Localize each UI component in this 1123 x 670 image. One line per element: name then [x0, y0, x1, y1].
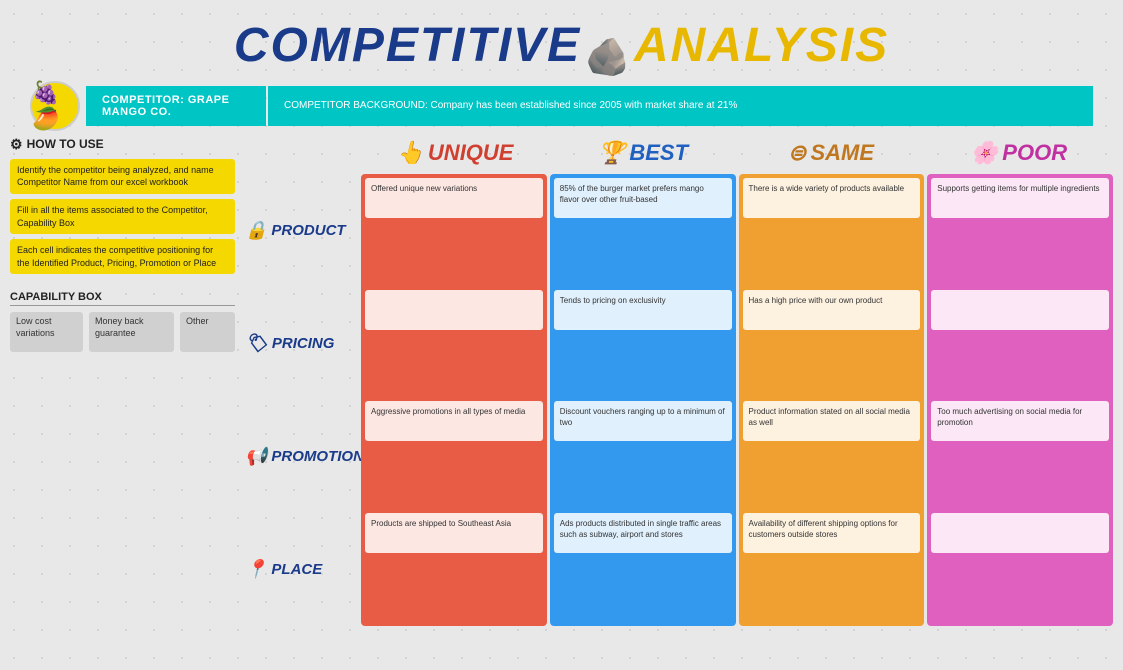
cap-box-2: Money back guarantee: [89, 312, 174, 352]
columns-grid: Offered unique new variations Aggressive…: [361, 174, 1113, 626]
cell-best-place: Ads products distributed in single traff…: [554, 513, 732, 622]
place-label: PLACE: [271, 561, 322, 578]
promotions-label: PROMOTIONS: [271, 448, 374, 465]
cell-same-place: Availability of different shipping optio…: [743, 513, 921, 622]
title-competitive: COMPETITIVE: [234, 19, 581, 72]
cell-same-promotions: Product information stated on all social…: [743, 401, 921, 510]
main-layout: ⚙ HOW TO USE Identify the competitor bei…: [10, 136, 1113, 626]
competitor-name-box: COMPETITOR: GRAPE MANGO CO.: [86, 86, 266, 126]
cell-unique-place: Products are shipped to Southeast Asia: [365, 513, 543, 622]
cell-unique-product: Offered unique new variations: [365, 178, 543, 287]
card-best-pricing: Tends to pricing on exclusivity: [554, 290, 732, 330]
cell-same-product: There is a wide variety of products avai…: [743, 178, 921, 287]
same-icon: ⊜: [788, 140, 806, 166]
capability-box-section: CAPABILITY BOX Low cost variations Money…: [10, 291, 235, 352]
competitor-logo: 🍇🥭: [30, 81, 80, 131]
product-icon: 🔒: [245, 220, 267, 241]
cell-best-promotions: Discount vouchers ranging up to a minimu…: [554, 401, 732, 510]
place-icon: 📍: [245, 559, 267, 580]
competitor-background-box: COMPETITOR BACKGROUND: Company has been …: [268, 86, 1093, 126]
row-label-promotions: 📢 PROMOTIONS: [241, 400, 361, 513]
promotions-icon: 📢: [245, 446, 267, 467]
cell-unique-pricing: [365, 290, 543, 399]
poor-icon: 🌸: [971, 140, 998, 166]
cell-poor-product: Supports getting items for multiple ingr…: [931, 178, 1109, 287]
how-to-use-box: ⚙ HOW TO USE Identify the competitor bei…: [10, 136, 235, 280]
column-headers: 👆 UNIQUE 🏆 BEST ⊜ SAME 🌸 POOR: [361, 136, 1113, 174]
card-poor-place: [931, 513, 1109, 553]
title-icon: 🪨: [585, 36, 630, 78]
how-to-step-1: Identify the competitor being analyzed, …: [10, 159, 235, 194]
title-area: COMPETITIVE🪨ANALYSIS: [0, 0, 1123, 78]
best-icon: 🏆: [598, 140, 625, 166]
card-unique-place: Products are shipped to Southeast Asia: [365, 513, 543, 553]
title-analysis: ANALYSIS: [634, 19, 889, 72]
row-labels: 🔒 PRODUCT 🏷 PRICING 📢 PROMOTIONS 📍 PLACE: [241, 174, 361, 626]
how-to-use-label: HOW TO USE: [27, 137, 104, 151]
card-best-product: 85% of the burger market prefers mango f…: [554, 178, 732, 218]
row-label-place: 📍 PLACE: [241, 513, 361, 626]
cell-best-product: 85% of the burger market prefers mango f…: [554, 178, 732, 287]
unique-icon: 👆: [397, 140, 424, 166]
cell-best-pricing: Tends to pricing on exclusivity: [554, 290, 732, 399]
poor-label: POOR: [1002, 140, 1067, 166]
card-best-promotions: Discount vouchers ranging up to a minimu…: [554, 401, 732, 441]
header-same: ⊜ SAME: [737, 136, 925, 174]
competitor-bar: 🍇🥭 COMPETITOR: GRAPE MANGO CO. COMPETITO…: [30, 86, 1093, 126]
how-to-use-title: ⚙ HOW TO USE: [10, 136, 235, 153]
cell-unique-promotions: Aggressive promotions in all types of me…: [365, 401, 543, 510]
card-unique-promotions: Aggressive promotions in all types of me…: [365, 401, 543, 441]
cell-poor-place: [931, 513, 1109, 622]
header-unique: 👆 UNIQUE: [361, 136, 549, 174]
capability-box-title: CAPABILITY BOX: [10, 291, 235, 306]
col-same: There is a wide variety of products avai…: [739, 174, 925, 626]
cell-poor-promotions: Too much advertising on social media for…: [931, 401, 1109, 510]
card-poor-product: Supports getting items for multiple ingr…: [931, 178, 1109, 218]
card-same-place: Availability of different shipping optio…: [743, 513, 921, 553]
how-to-step-3: Each cell indicates the competitive posi…: [10, 239, 235, 274]
content-area: 👆 UNIQUE 🏆 BEST ⊜ SAME 🌸 POOR 🔒: [241, 136, 1113, 626]
cap-box-3: Other: [180, 312, 235, 352]
grid-area: 🔒 PRODUCT 🏷 PRICING 📢 PROMOTIONS 📍 PLACE: [241, 174, 1113, 626]
same-label: SAME: [810, 140, 874, 166]
unique-label: UNIQUE: [428, 140, 514, 166]
product-label: PRODUCT: [271, 222, 345, 239]
card-same-pricing: Has a high price with our own product: [743, 290, 921, 330]
header-poor: 🌸 POOR: [925, 136, 1113, 174]
col-unique: Offered unique new variations Aggressive…: [361, 174, 547, 626]
best-label: BEST: [629, 140, 688, 166]
pricing-icon: 🏷: [245, 333, 268, 354]
cell-same-pricing: Has a high price with our own product: [743, 290, 921, 399]
card-same-promotions: Product information stated on all social…: [743, 401, 921, 441]
sidebar: ⚙ HOW TO USE Identify the competitor bei…: [10, 136, 235, 626]
capability-boxes: Low cost variations Money back guarantee…: [10, 312, 235, 352]
card-unique-product: Offered unique new variations: [365, 178, 543, 218]
row-label-pricing: 🏷 PRICING: [241, 287, 361, 400]
col-best: 85% of the burger market prefers mango f…: [550, 174, 736, 626]
card-unique-pricing: [365, 290, 543, 330]
gear-icon: ⚙: [10, 136, 23, 153]
pricing-label: PRICING: [272, 335, 335, 352]
cap-box-1: Low cost variations: [10, 312, 83, 352]
card-same-product: There is a wide variety of products avai…: [743, 178, 921, 218]
card-poor-pricing: [931, 290, 1109, 330]
row-label-product: 🔒 PRODUCT: [241, 174, 361, 287]
cell-poor-pricing: [931, 290, 1109, 399]
card-best-place: Ads products distributed in single traff…: [554, 513, 732, 553]
header-best: 🏆 BEST: [549, 136, 737, 174]
col-poor: Supports getting items for multiple ingr…: [927, 174, 1113, 626]
card-poor-promotions: Too much advertising on social media for…: [931, 401, 1109, 441]
how-to-step-2: Fill in all the items associated to the …: [10, 199, 235, 234]
